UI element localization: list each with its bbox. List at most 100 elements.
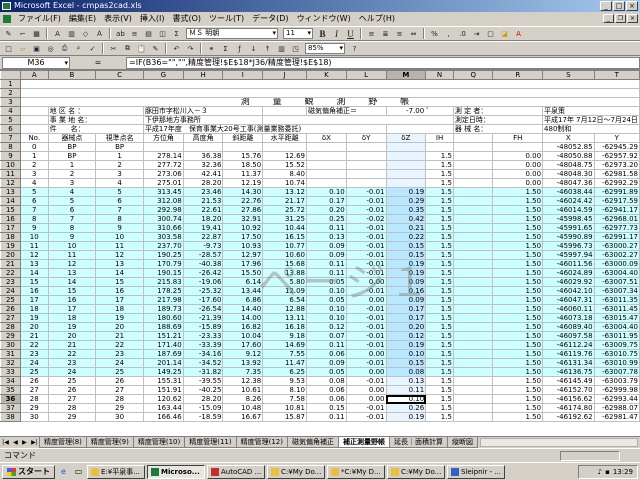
cell[interactable] [452, 268, 494, 278]
row-header[interactable]: 32 [0, 358, 21, 368]
row-header[interactable]: 1 [0, 79, 21, 89]
cell[interactable]: -40.25 [182, 385, 224, 395]
cell[interactable]: 22.61 [182, 205, 224, 215]
cell[interactable]: 1.50 [492, 241, 544, 251]
cell[interactable]: -0.01 [345, 250, 387, 260]
cell[interactable]: 0.19 [385, 259, 427, 269]
cell[interactable]: 25 [47, 376, 97, 386]
cell[interactable]: -62945.29 [593, 142, 640, 152]
cell[interactable]: 27.86 [222, 205, 264, 215]
cell[interactable]: 0.10 [305, 286, 347, 296]
cell[interactable]: 1.5 [425, 250, 454, 260]
workbook-icon[interactable] [3, 15, 11, 23]
cell[interactable]: 0.09 [305, 241, 347, 251]
cell[interactable]: -46145.49 [542, 376, 595, 386]
cell[interactable]: 190.25 [142, 250, 184, 260]
col-title-ih[interactable]: IH [425, 133, 454, 143]
cell[interactable]: 0.05 [305, 295, 347, 305]
cell[interactable]: 8.10 [262, 385, 307, 395]
desktop-icon[interactable]: ▭ [72, 465, 85, 478]
cell[interactable]: -48048.75 [542, 160, 595, 170]
save-icon[interactable]: ▣ [30, 43, 43, 55]
cell[interactable]: 0.11 [305, 412, 347, 422]
cell[interactable]: 18 [47, 313, 97, 323]
cell[interactable] [19, 88, 640, 98]
cell[interactable]: 0.10 [305, 187, 347, 197]
cell[interactable]: 11 [19, 241, 49, 251]
cell[interactable] [345, 160, 387, 170]
cell[interactable]: 7 [47, 214, 97, 224]
sheet-tab[interactable]: 精度管理(12) [235, 437, 288, 448]
cell[interactable] [452, 394, 494, 404]
cell[interactable]: 17 [19, 295, 49, 305]
col-title-station[interactable]: 器械点 [47, 133, 97, 143]
cell[interactable]: 1.50 [492, 232, 544, 242]
cell[interactable] [385, 151, 427, 161]
cell[interactable]: 1.5 [425, 385, 454, 395]
grid-icon[interactable]: ▤ [142, 28, 155, 40]
cell[interactable]: -0.02 [345, 214, 387, 224]
cell[interactable]: 25 [19, 367, 49, 377]
cell[interactable]: 0.09 [305, 358, 347, 368]
col-title-slope-distance[interactable]: 斜距離 [222, 133, 264, 143]
minimize-button[interactable]: _ [600, 1, 612, 11]
cell[interactable]: 17.60 [222, 340, 264, 350]
cell[interactable] [452, 313, 494, 323]
underline-draw-icon[interactable]: ≡ [128, 28, 141, 40]
cell[interactable] [452, 304, 494, 314]
cell[interactable]: 1.5 [425, 286, 454, 296]
cell[interactable]: 30 [19, 412, 49, 422]
prev-sheet-button[interactable]: ◀ [13, 439, 18, 446]
cell[interactable]: -0.01 [345, 187, 387, 197]
cell[interactable]: 10 [95, 232, 144, 242]
task-button[interactable]: E:¥平泉事... [87, 464, 145, 479]
open-icon[interactable]: ▱ [16, 43, 29, 55]
cell[interactable]: -62993.44 [593, 394, 640, 404]
cell[interactable]: -23.33 [182, 331, 224, 341]
formula-input[interactable]: =IF(B36="","",精度管理!$E$18*J36/精度管理!$E$18) [126, 56, 640, 69]
abc-icon[interactable]: ab [114, 28, 127, 40]
col-title-x[interactable]: X [542, 133, 595, 143]
cell[interactable]: BP [47, 142, 97, 152]
cell[interactable]: 171.40 [142, 340, 184, 350]
cell[interactable]: 1.5 [425, 295, 454, 305]
cell[interactable]: 1.50 [492, 367, 544, 377]
hyperlink-icon[interactable]: ⚭ [205, 43, 218, 55]
cell[interactable]: 1.5 [425, 358, 454, 368]
row-header[interactable]: 6 [0, 124, 21, 134]
doc-close-button[interactable]: × [627, 14, 638, 23]
spelling-icon[interactable]: ✓ [86, 43, 99, 55]
cell[interactable]: 23 [95, 349, 144, 359]
cell[interactable]: 5 [95, 187, 144, 197]
cell[interactable]: 0.09 [305, 250, 347, 260]
column-header-selected[interactable]: M [385, 70, 427, 80]
cell[interactable]: 312.08 [142, 196, 184, 206]
cell[interactable]: 18.20 [182, 214, 224, 224]
cell[interactable]: 1.5 [425, 178, 454, 188]
cell[interactable]: 25.72 [262, 205, 307, 215]
cell[interactable]: 10.61 [222, 385, 264, 395]
cell[interactable]: -0.01 [345, 322, 387, 332]
column-header[interactable]: S [542, 70, 595, 80]
cell[interactable]: 31.25 [262, 214, 307, 224]
col-title-y[interactable]: Y [593, 133, 640, 143]
cell[interactable]: 0.09 [385, 295, 427, 305]
cell[interactable]: 1.5 [425, 313, 454, 323]
cell[interactable]: -46097.58 [542, 331, 595, 341]
cell[interactable]: 3 [19, 169, 49, 179]
cell[interactable]: 10 [47, 241, 97, 251]
cell[interactable]: -31.82 [182, 367, 224, 377]
cell[interactable]: 11.47 [262, 358, 307, 368]
cell[interactable] [492, 142, 544, 152]
cell[interactable]: 18 [19, 304, 49, 314]
cell[interactable]: 0.11 [305, 340, 347, 350]
cell[interactable]: 1.5 [425, 340, 454, 350]
align-left-icon[interactable]: ≡ [365, 28, 378, 40]
cell[interactable]: BP [95, 142, 144, 152]
cell[interactable]: 313.45 [142, 187, 184, 197]
row-header[interactable]: 27 [0, 313, 21, 323]
row-header[interactable]: 31 [0, 349, 21, 359]
cell[interactable]: 16.15 [262, 232, 307, 242]
cell[interactable] [452, 277, 494, 287]
cell[interactable]: 0.12 [305, 322, 347, 332]
